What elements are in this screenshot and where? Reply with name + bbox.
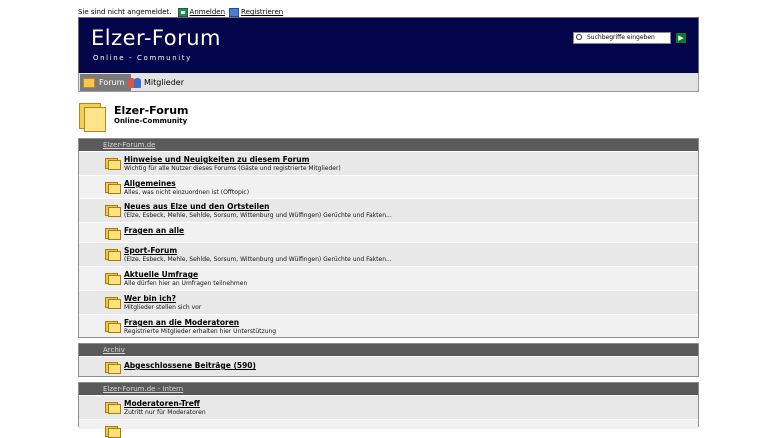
board-description: Mitglieder stellen sich vor — [124, 304, 202, 311]
board-folder-icon — [105, 227, 121, 240]
register-link-label[interactable]: Registrieren — [241, 8, 283, 16]
search-input[interactable]: Suchbegriffe eingeben — [573, 32, 671, 44]
board-description: Alle dürfen hier an Umfragen teilnehmen — [124, 280, 248, 287]
board-folder-icon — [105, 401, 121, 414]
board-folder-icon — [105, 425, 121, 438]
board-row: Moderatoren-Treff Zutritt nur für Modera… — [79, 395, 698, 419]
register-link[interactable]: Registrieren — [229, 7, 283, 17]
board-title[interactable]: Fragen an alle — [124, 226, 184, 235]
board-description: Zutritt nur für Moderatoren — [124, 409, 206, 416]
board-description: (Elze, Esbeck, Mehle, Sehlde, Sorsum, Wi… — [124, 212, 392, 219]
tab-mitglieder-label: Mitglieder — [144, 78, 184, 87]
board-row: Hinweise und Neuigkeiten zu diesem Forum… — [79, 151, 698, 175]
board-folder-icon — [105, 157, 121, 170]
board-folder-icon — [105, 296, 121, 309]
board-title[interactable]: Allgemeines — [124, 179, 176, 188]
search-placeholder: Suchbegriffe eingeben — [587, 34, 655, 41]
page-subtitle: Online-Community — [114, 117, 188, 125]
main-nav: Forum Mitglieder — [78, 73, 699, 92]
login-status-text: Sie sind nicht angemeldet. — [78, 8, 172, 16]
category-title[interactable]: Elzer-Forum.de — [79, 139, 698, 151]
category-title[interactable]: Elzer-Forum.de - Intern — [79, 383, 698, 395]
site-title: Elzer-Forum — [91, 26, 221, 50]
login-link-label[interactable]: Anmelden — [190, 8, 225, 16]
board-folder-icon — [105, 272, 121, 285]
tab-mitglieder[interactable]: Mitglieder — [125, 74, 188, 91]
forum-folder-icon — [79, 101, 107, 132]
board-description: Registrierte Mitglieder erhalten hier Un… — [124, 328, 277, 335]
login-icon — [177, 7, 188, 17]
board-row: Wer bin ich? Mitglieder stellen sich vor — [79, 290, 698, 314]
board-folder-icon — [105, 361, 121, 374]
tab-forum[interactable]: Forum — [80, 74, 131, 91]
board-description: Wichtig für alle Nutzer dieses Forums (G… — [124, 165, 341, 172]
page-title: Elzer-Forum — [114, 104, 189, 117]
site-subtitle: Online - Community — [93, 54, 192, 62]
board-description: (Elze, Esbeck, Mehle, Sehlde, Sorsum, Wi… — [124, 256, 392, 263]
board-title[interactable]: Abgeschlossene Beiträge (590) — [124, 361, 256, 370]
board-row: Aktuelle Umfrage Alle dürfen hier an Umf… — [79, 266, 698, 290]
board-row: Allgemeines Alles, was nicht einzuordnen… — [79, 175, 698, 198]
board-folder-icon — [105, 204, 121, 217]
login-link[interactable]: Anmelden — [177, 7, 225, 17]
board-title[interactable]: Sport-Forum — [124, 246, 177, 255]
board-title[interactable]: Aktuelle Umfrage — [124, 270, 198, 279]
folder-icon — [83, 77, 95, 88]
board-row: Fragen an die Moderatoren Registrierte M… — [79, 314, 698, 337]
category-title[interactable]: Archiv — [79, 344, 698, 356]
board-title[interactable]: Moderatoren-Treff — [124, 399, 200, 408]
board-folder-icon — [105, 320, 121, 333]
search-go-button[interactable]: ▶ — [676, 33, 686, 43]
category-elzer-forum: Elzer-Forum.de Hinweise und Neuigkeiten … — [78, 138, 699, 338]
site-banner: Elzer-Forum Online - Community Suchbegri… — [78, 17, 699, 74]
board-title[interactable]: Neues aus Elze und den Ortsteilen — [124, 202, 270, 211]
board-row: Sport-Forum (Elze, Esbeck, Mehle, Sehlde… — [79, 242, 698, 266]
board-description: Alles, was nicht einzuordnen ist (Offtop… — [124, 189, 250, 196]
board-row: Neues aus Elze und den Ortsteilen (Elze,… — [79, 198, 698, 222]
board-title[interactable]: Hinweise und Neuigkeiten zu diesem Forum — [124, 155, 309, 164]
members-icon — [128, 77, 141, 88]
register-icon — [229, 7, 240, 17]
board-row: Fragen an alle — [79, 222, 698, 242]
board-folder-icon — [105, 181, 121, 194]
search-icon — [576, 34, 582, 40]
category-archiv: Archiv Abgeschlossene Beiträge (590) — [78, 343, 699, 377]
board-row — [79, 419, 698, 438]
category-intern: Elzer-Forum.de - Intern Moderatoren-Tref… — [78, 382, 699, 438]
tab-forum-label: Forum — [99, 78, 125, 87]
board-row: Abgeschlossene Beiträge (590) — [79, 356, 698, 376]
board-folder-icon — [105, 248, 121, 261]
board-title[interactable]: Wer bin ich? — [124, 294, 176, 303]
board-title[interactable]: Fragen an die Moderatoren — [124, 318, 239, 327]
